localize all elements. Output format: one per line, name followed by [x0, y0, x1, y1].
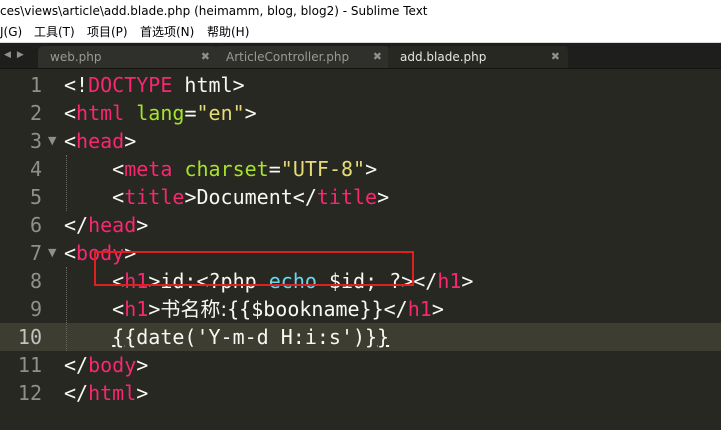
tab-nav-arrows-icon[interactable]: ◀▶ [4, 43, 30, 68]
line-number: 8 [29, 269, 42, 293]
code-token: </ [64, 381, 89, 405]
window-title-bar: ces\views\article\add.blade.php (heimamm… [0, 0, 721, 22]
code-token: >Document</ [184, 185, 317, 209]
code-token: charset [184, 157, 269, 181]
code-token: > [148, 297, 161, 321]
code-token: > [461, 269, 474, 293]
line-number: 7 [29, 241, 42, 265]
code-token: head [88, 213, 137, 237]
code-line[interactable]: {{date('Y-m-d H:i:s')}} [64, 323, 389, 351]
code-token: </ [64, 213, 89, 237]
code-token: html [88, 381, 137, 405]
line-number: 2 [29, 101, 42, 125]
close-icon[interactable]: ✖ [373, 46, 382, 68]
code-token: "en" [196, 101, 245, 125]
tab-bar: ◀▶ web.php ✖ ArticleController.php ✖ add… [0, 43, 721, 69]
close-icon[interactable]: ✖ [201, 46, 210, 68]
code-token: < [64, 101, 77, 125]
window-title: ces\views\article\add.blade.php (heimamm… [0, 4, 428, 18]
code-line[interactable]: <title>Document</title> [64, 183, 389, 211]
code-token: meta [124, 157, 173, 181]
code-token: title [124, 185, 185, 209]
code-token: h1 [437, 269, 462, 293]
code-token: < [64, 241, 77, 265]
line-number: 3 [29, 129, 42, 153]
code-token: = [184, 101, 197, 125]
code-token: } [377, 325, 390, 349]
code-token: > [377, 185, 390, 209]
code-token: {date('Y-m-d H:i:s')} [124, 325, 378, 349]
fold-arrow-icon[interactable]: ▼ [48, 239, 58, 267]
code-line[interactable]: <h1>书名称:{{$bookname}}</h1> [64, 295, 444, 323]
code-token: <! [64, 73, 89, 97]
tab-label: web.php [50, 50, 102, 64]
menu-item-project[interactable]: 项目(P) [87, 22, 128, 42]
code-token: </ [64, 353, 89, 377]
code-token: = [268, 157, 281, 181]
code-token: lang [136, 101, 185, 125]
code-token: > [431, 297, 444, 321]
code-token: head [76, 129, 125, 153]
close-icon[interactable]: ✖ [551, 46, 560, 68]
code-token: < [64, 185, 125, 209]
code-token: < [64, 297, 125, 321]
code-token: html [76, 101, 125, 125]
tab-web-php[interactable]: web.php ✖ [38, 46, 218, 68]
menu-item-goto[interactable]: J(G) [0, 22, 22, 42]
code-token: > [136, 381, 149, 405]
code-editor[interactable]: 1 2 3 4 5 6 7 8 9 10 11 12 ▼ ▼ <!DOCTYPE… [0, 69, 721, 430]
line-number: 11 [17, 353, 42, 377]
line-number: 6 [29, 213, 42, 237]
code-token: {{$bookname}}</ [227, 297, 408, 321]
tab-add-blade-php[interactable]: add.blade.php ✖ [388, 46, 568, 68]
fold-arrow-icon[interactable]: ▼ [48, 127, 58, 155]
code-token: > [365, 157, 378, 181]
tab-label: add.blade.php [400, 50, 487, 64]
code-line[interactable]: <html lang="en"> [64, 99, 257, 127]
code-line[interactable]: </body> [64, 351, 148, 379]
code-token: 书名称: [160, 297, 228, 321]
code-token: h1 [407, 297, 432, 321]
code-token: html> [172, 73, 245, 97]
line-number-gutter: 1 2 3 4 5 6 7 8 9 10 11 12 [0, 69, 46, 430]
code-token: h1 [124, 297, 149, 321]
line-number: 12 [17, 381, 42, 405]
code-line[interactable]: </head> [64, 211, 148, 239]
code-line[interactable]: <meta charset="UTF-8"> [64, 155, 377, 183]
code-token: body [88, 353, 137, 377]
tab-articlecontroller-php[interactable]: ArticleController.php ✖ [214, 46, 390, 68]
line-number: 9 [29, 297, 42, 321]
code-token: { [112, 325, 125, 349]
code-line[interactable]: <head> [64, 127, 136, 155]
menu-item-help[interactable]: 帮助(H) [207, 22, 249, 42]
code-token: < [64, 129, 77, 153]
menu-bar: J(G) 工具(T) 项目(P) 首选项(N) 帮助(H) [0, 22, 721, 43]
code-token: DOCTYPE [88, 73, 173, 97]
code-token: < [64, 157, 125, 181]
line-number: 1 [29, 73, 42, 97]
code-token: "UTF-8" [280, 157, 366, 181]
menu-item-tools[interactable]: 工具(T) [34, 22, 75, 42]
code-token: > [124, 129, 137, 153]
code-token: > [136, 353, 149, 377]
line-number: 10 [17, 325, 42, 349]
code-line[interactable]: </html> [64, 379, 148, 407]
code-line[interactable]: <!DOCTYPE html> [64, 71, 245, 99]
line-number: 4 [29, 157, 42, 181]
code-token: > [244, 101, 257, 125]
tab-label: ArticleController.php [226, 50, 350, 64]
code-token: > [136, 213, 149, 237]
menu-item-preferences[interactable]: 首选项(N) [140, 22, 194, 42]
code-token: title [316, 185, 378, 209]
line-number: 5 [29, 185, 42, 209]
highlight-annotation-box [94, 251, 414, 286]
